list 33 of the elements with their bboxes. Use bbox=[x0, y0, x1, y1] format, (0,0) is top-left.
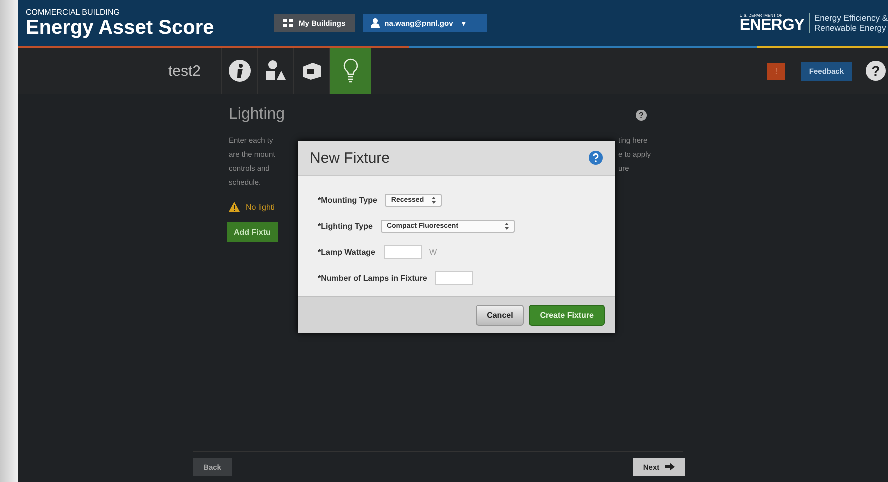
field-label: *Number of Lamps in Fixture bbox=[318, 274, 428, 282]
input-field[interactable] bbox=[435, 271, 474, 285]
help-button[interactable]: ? bbox=[636, 110, 647, 120]
input-field[interactable] bbox=[384, 245, 422, 259]
grid-icon bbox=[283, 18, 294, 28]
energy-logo-text: ENERGY bbox=[740, 18, 804, 34]
cancel-button[interactable]: Cancel bbox=[476, 304, 524, 326]
create-fixture-button[interactable]: Create Fixture bbox=[529, 304, 605, 326]
app-subtitle: COMMERCIAL BUILDING bbox=[26, 8, 121, 16]
field-label: *Mounting Type bbox=[318, 196, 378, 204]
field-label: *Lighting Type bbox=[318, 222, 373, 230]
help-button[interactable]: ? bbox=[866, 61, 886, 81]
dialog-title: New Fixture bbox=[310, 150, 390, 166]
nav-tab[interactable] bbox=[329, 48, 371, 94]
office-name: Energy Efficiency & bbox=[814, 13, 888, 23]
add-fixture-button[interactable]: Add Fixtu bbox=[227, 222, 278, 242]
page-title: Lighting bbox=[229, 106, 286, 124]
updown-arrows-icon bbox=[504, 222, 509, 230]
warning-icon bbox=[229, 202, 240, 212]
arrow-right-icon bbox=[664, 463, 675, 471]
help-icon[interactable] bbox=[589, 151, 603, 165]
lightbulb-icon bbox=[342, 58, 358, 84]
user-icon bbox=[370, 18, 380, 28]
office-name: Renewable Energy bbox=[814, 23, 888, 33]
shapes-icon bbox=[264, 60, 286, 82]
building-section-icon bbox=[300, 61, 322, 81]
warning-text: No lighti bbox=[246, 202, 275, 212]
building-name: test2 bbox=[167, 62, 202, 80]
unit-label: W bbox=[430, 248, 438, 256]
updown-arrows-icon bbox=[432, 196, 436, 204]
field-label: *Lamp Wattage bbox=[318, 248, 376, 256]
app-title: Energy Asset Score bbox=[26, 16, 216, 38]
info-icon bbox=[228, 60, 250, 82]
